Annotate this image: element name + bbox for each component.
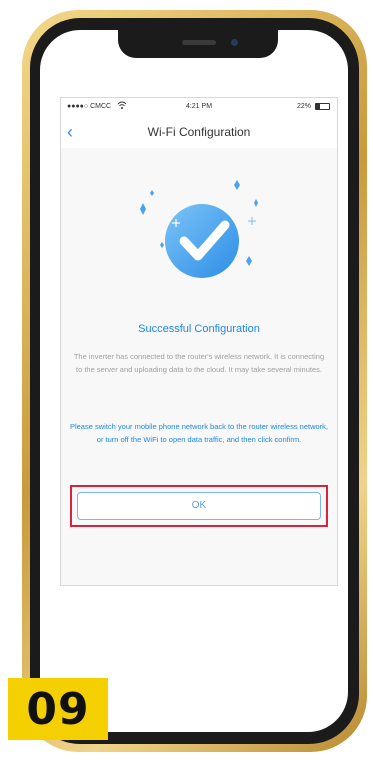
network-instruction: Please switch your mobile phone network …	[69, 422, 329, 444]
check-circle-icon	[140, 180, 258, 278]
front-camera	[231, 39, 238, 46]
app-screenshot: ●●●●○ CMCC 4:21 PM 22% ‹ Wi-Fi Configura…	[60, 97, 338, 586]
success-title: Successful Configuration	[138, 323, 260, 335]
ok-button[interactable]: OK	[77, 492, 321, 520]
status-bar: ●●●●○ CMCC 4:21 PM 22%	[61, 98, 337, 116]
result-content: Successful Configuration The inverter ha…	[61, 148, 337, 585]
speaker-grille	[182, 40, 216, 45]
status-time: 4:21 PM	[185, 103, 213, 110]
step-badge: 09	[8, 678, 108, 740]
success-description: The inverter has connected to the router…	[73, 352, 325, 374]
battery-percentage: 22%	[296, 103, 311, 110]
step-number: 09	[26, 684, 90, 735]
page-title: Wi-Fi Configuration	[147, 125, 251, 139]
battery-icon	[315, 103, 330, 110]
navigation-bar: ‹ Wi-Fi Configuration	[61, 116, 337, 149]
